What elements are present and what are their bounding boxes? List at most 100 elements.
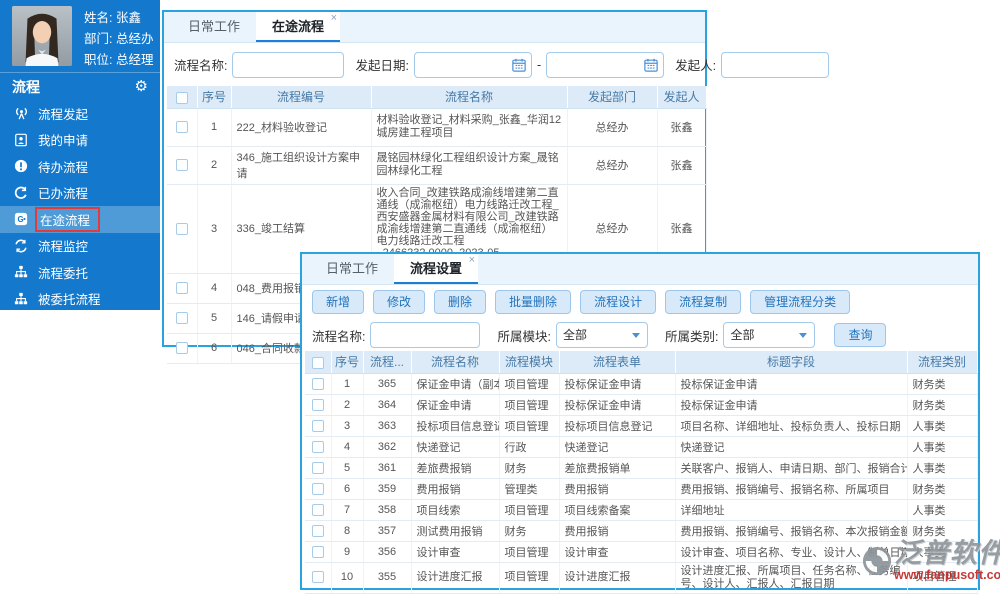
row-checkbox[interactable] bbox=[175, 342, 188, 355]
toolbar: 新增 修改 删除 批量删除 流程设计 流程复制 管理流程分类 bbox=[302, 285, 978, 319]
select-all-checkbox[interactable] bbox=[175, 91, 188, 104]
batch-delete-button[interactable]: 批量删除 bbox=[495, 290, 572, 314]
column-header-index[interactable]: 序号 bbox=[197, 86, 232, 109]
sidebar-item-todo-processes[interactable]: 待办流程 bbox=[0, 153, 160, 180]
id-card-icon bbox=[13, 132, 29, 148]
row-checkbox[interactable] bbox=[175, 159, 188, 172]
sidebar-item-process-initiate[interactable]: 流程发起 bbox=[0, 100, 160, 127]
row-checkbox[interactable] bbox=[311, 571, 324, 584]
row-checkbox[interactable] bbox=[311, 482, 324, 495]
query-button[interactable]: 查询 bbox=[834, 323, 887, 347]
sidebar: 姓名: 张鑫 部门: 总经办 职位: 总经理 流程 ⚙ 流程发起 我的申请 待办… bbox=[0, 0, 160, 310]
sidebar-item-process-monitor[interactable]: 流程监控 bbox=[0, 233, 160, 260]
process-name-label: 流程名称: bbox=[312, 329, 366, 344]
column-header-category[interactable]: 流程类别 bbox=[907, 351, 978, 374]
table-row[interactable]: 6 359 费用报销 管理类 费用报销 费用报销、报销编号、报销名称、所属项目 财务类 bbox=[305, 478, 978, 500]
tab-label: 流程设置 bbox=[410, 261, 463, 276]
date-range-separator: - bbox=[536, 57, 542, 72]
tab-label: 在途流程 bbox=[272, 19, 325, 34]
column-header-index[interactable]: 序号 bbox=[331, 351, 364, 374]
user-profile: 姓名: 张鑫 部门: 总经办 职位: 总经理 bbox=[0, 0, 160, 72]
process-name-input[interactable] bbox=[232, 51, 345, 78]
row-checkbox[interactable] bbox=[311, 440, 324, 453]
profile-position: 职位: 总经理 bbox=[84, 53, 154, 67]
avatar bbox=[12, 6, 72, 66]
row-checkbox[interactable] bbox=[311, 398, 324, 411]
start-date-label: 发起日期: bbox=[355, 59, 409, 73]
table-row[interactable]: 2 346_施工组织设计方案申请 晟铭园林绿化工程组织设计方案_晟铭园林绿化工程 … bbox=[167, 146, 707, 185]
vendor-brand-text: 泛普软件 bbox=[894, 538, 1000, 568]
row-checkbox[interactable] bbox=[311, 524, 324, 537]
chevron-down-icon bbox=[799, 333, 808, 338]
tab-daily-work[interactable]: 日常工作 bbox=[310, 254, 394, 284]
category-label: 所属类别: bbox=[664, 329, 719, 344]
column-header-process-name[interactable]: 流程名称 bbox=[411, 351, 500, 374]
calendar-icon[interactable] bbox=[512, 58, 526, 72]
row-checkbox[interactable] bbox=[311, 377, 324, 390]
add-button[interactable]: 新增 bbox=[312, 290, 365, 314]
search-filters: 流程名称: 发起日期: - 发起人: bbox=[164, 43, 830, 86]
close-icon[interactable]: × bbox=[331, 13, 337, 24]
column-header-form[interactable]: 流程表单 bbox=[559, 351, 676, 374]
table-row[interactable]: 4 362 快递登记 行政 快递登记 快递登记 人事类 bbox=[305, 436, 978, 458]
row-checkbox[interactable] bbox=[175, 312, 188, 325]
edit-button[interactable]: 修改 bbox=[373, 290, 426, 314]
sidebar-item-process-delegate[interactable]: 流程委托 bbox=[0, 259, 160, 286]
column-header-module[interactable]: 流程模块 bbox=[499, 351, 560, 374]
broadcast-icon bbox=[13, 105, 29, 121]
close-icon[interactable]: × bbox=[469, 255, 475, 266]
start-date-to-field bbox=[546, 51, 665, 78]
process-name-input[interactable] bbox=[370, 322, 481, 348]
table-row[interactable]: 3 363 投标项目信息登记 项目管理 投标项目信息登记 项目名称、详细地址、投标负责… bbox=[305, 415, 978, 437]
tab-inflight-processes[interactable]: 在途流程 × bbox=[256, 12, 341, 42]
sidebar-item-my-applications[interactable]: 我的申请 bbox=[0, 127, 160, 154]
sidebar-item-label: 待办流程 bbox=[38, 160, 89, 175]
table-row[interactable]: 1 222_材料验收登记 材料验收登记_材料采购_张鑫_华润12城房建工程项目 总… bbox=[167, 108, 707, 147]
initiator-input[interactable] bbox=[721, 51, 830, 78]
row-checkbox[interactable] bbox=[311, 461, 324, 474]
table-header-row: 序号 流程编号 流程名称 发起部门 发起人 bbox=[167, 86, 707, 109]
sidebar-item-done-processes[interactable]: 已办流程 bbox=[0, 180, 160, 207]
vendor-url-text: www.fanpusoft.com bbox=[894, 568, 1000, 582]
select-all-checkbox[interactable] bbox=[311, 356, 324, 369]
tab-daily-work[interactable]: 日常工作 bbox=[172, 12, 256, 42]
column-header-initiator[interactable]: 发起人 bbox=[657, 86, 707, 109]
column-header-process-name[interactable]: 流程名称 bbox=[371, 86, 568, 109]
row-checkbox[interactable] bbox=[311, 545, 324, 558]
module-select[interactable]: 全部 bbox=[555, 322, 648, 348]
column-header-process-no[interactable]: 流程... bbox=[363, 351, 412, 374]
profile-dept: 部门: 总经办 bbox=[84, 32, 154, 46]
process-copy-button[interactable]: 流程复制 bbox=[665, 290, 742, 314]
process-design-button[interactable]: 流程设计 bbox=[580, 290, 657, 314]
sidebar-item-label: 流程委托 bbox=[38, 266, 89, 281]
column-header-title-fields[interactable]: 标题字段 bbox=[675, 351, 908, 374]
sidebar-item-label: 我的申请 bbox=[38, 134, 89, 149]
sidebar-item-inflight-processes[interactable]: G 在途流程 bbox=[0, 206, 160, 233]
gear-icon[interactable]: ⚙ bbox=[135, 79, 148, 94]
table-row[interactable]: 1365 保证金申请（副本）项目管理 投标保证金申请投标保证金申请财务类 bbox=[305, 373, 978, 395]
category-select[interactable]: 全部 bbox=[723, 322, 816, 348]
table-row[interactable]: 5 361 差旅费报销 财务 差旅费报销单 关联客户、报销人、申请日期、部门、报销合计… bbox=[305, 457, 978, 479]
column-header-dept[interactable]: 发起部门 bbox=[567, 86, 658, 109]
table-row[interactable]: 2 364 保证金申请 项目管理 投标保证金申请 投标保证金申请 财务类 bbox=[305, 394, 978, 416]
row-checkbox[interactable] bbox=[311, 503, 324, 516]
row-checkbox[interactable] bbox=[175, 222, 188, 235]
module-label: 所属模块: bbox=[497, 329, 551, 344]
initiator-label: 发起人: bbox=[675, 59, 717, 73]
in-transit-icon: G bbox=[13, 211, 29, 227]
sitemap-icon bbox=[13, 264, 29, 280]
column-header-process-no[interactable]: 流程编号 bbox=[231, 86, 372, 109]
vendor-watermark: 泛普软件 www.fanpusoft.com bbox=[862, 538, 1000, 582]
manage-categories-button[interactable]: 管理流程分类 bbox=[750, 290, 851, 314]
row-checkbox[interactable] bbox=[175, 121, 188, 134]
calendar-icon[interactable] bbox=[644, 58, 658, 72]
delete-button[interactable]: 删除 bbox=[434, 290, 487, 314]
sidebar-item-delegated-to-me[interactable]: 被委托流程 bbox=[0, 286, 160, 313]
profile-name: 姓名: 张鑫 bbox=[84, 11, 141, 25]
tab-process-settings[interactable]: 流程设置 × bbox=[394, 254, 479, 284]
row-checkbox[interactable] bbox=[311, 419, 324, 432]
row-checkbox[interactable] bbox=[175, 282, 188, 295]
table-row[interactable]: 7 358 项目线索 项目管理 项目线索备案 详细地址 人事类 bbox=[305, 499, 978, 521]
process-name-label: 流程名称: bbox=[174, 59, 228, 73]
table-header-row: 序号 流程... 流程名称 流程模块 流程表单 标题字段 流程类别 bbox=[305, 351, 978, 374]
